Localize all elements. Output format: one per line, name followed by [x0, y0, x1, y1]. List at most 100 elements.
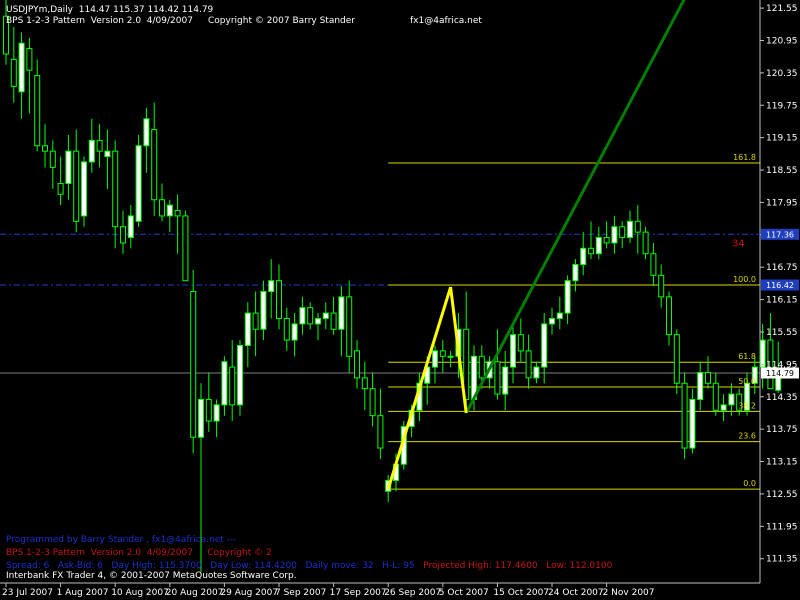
bull-candle-body [221, 361, 228, 406]
y-tick-label: 119.15 [766, 134, 798, 144]
bull-candle-body [18, 42, 25, 93]
bull-candle-body [728, 393, 735, 406]
bull-candle-body [447, 355, 454, 358]
bull-candle-body [291, 323, 298, 341]
bull-candle-body [198, 398, 204, 438]
daily-move-text: Daily move: 32 [305, 561, 374, 571]
indicator-title: BPS 1-2-3 Pattern Version 2.0 4/09/2007 [6, 16, 193, 26]
bear-candle-body [673, 334, 680, 384]
current-price-tag-label: 114.79 [766, 369, 794, 378]
bear-candle-body [276, 280, 282, 319]
bull-candle-body [541, 323, 548, 368]
email-text: fx1@4africa.net [410, 16, 482, 26]
fib-label: 100.0 [733, 275, 756, 284]
projected-high-text: Projected High: 117.4600 [423, 561, 538, 571]
day-low-text: Day Low: 114.4200 [210, 561, 297, 571]
bull-candle-body [315, 317, 321, 325]
bps-version-text: BPS 1-2-3 Pattern Version 2.0 4/09/2007 [6, 548, 193, 558]
bear-candle-body [658, 274, 665, 298]
marker-34: 34 [732, 238, 745, 249]
bull-candle-body [213, 404, 220, 422]
spread-text: Spread: 6 [6, 561, 50, 571]
bull-candle-body [697, 371, 704, 400]
bear-candle-body [205, 398, 212, 422]
copyright-text: Copyright © 2007 Barry Stander [208, 16, 355, 26]
fib-label: 50.0 [738, 377, 756, 386]
y-tick-label: 120.95 [766, 36, 798, 46]
bull-candle-body [135, 145, 142, 222]
bear-candle-body [112, 150, 119, 228]
fib-label: 0.0 [743, 479, 756, 488]
bear-candle-body [705, 371, 711, 384]
x-tick-label: 20 Aug 2007 [166, 588, 224, 598]
fib-label: 38.2 [738, 401, 756, 410]
y-tick-label: 116.15 [766, 296, 798, 306]
bear-candle-body [346, 296, 353, 357]
bps-copyright-text: Copyright © 2 [207, 548, 272, 558]
bear-candle-body [330, 312, 337, 330]
candle [237, 340, 243, 416]
x-tick-label: 15 Oct 2007 [493, 588, 549, 598]
bull-candle-body [81, 161, 87, 217]
bear-candle-body [120, 226, 126, 244]
bear-candle-body [439, 350, 446, 357]
bull-candle-body [244, 312, 251, 346]
bull-candle-body [104, 150, 111, 158]
bull-candle-body [510, 334, 516, 368]
bear-candle-body [369, 388, 376, 417]
chart-title: USDJPYm,Daily 114.47 115.37 114.42 114.7… [6, 5, 214, 15]
bull-candle-body [166, 204, 173, 217]
y-tick-label: 119.75 [766, 101, 798, 111]
x-tick-label: 17 Sep 2007 [330, 588, 387, 598]
bear-candle-body [26, 48, 33, 71]
price-tag-label: 116.42 [766, 281, 794, 290]
bear-candle-body [681, 382, 688, 449]
x-tick-label: 7 Sep 2007 [275, 588, 326, 598]
y-tick-label: 117.95 [766, 198, 798, 208]
bull-candle-body [580, 247, 587, 266]
fib-label: 61.8 [738, 352, 756, 361]
x-tick-label: 24 Oct 2007 [548, 588, 604, 598]
bear-candle-body [642, 231, 649, 255]
bull-candle-body [720, 404, 727, 411]
bull-candle-body [268, 280, 275, 293]
bear-candle-body [619, 226, 626, 239]
bull-candle-body [611, 226, 618, 244]
x-tick-label: 2 Nov 2007 [603, 588, 655, 598]
y-tick-label: 111.95 [766, 522, 798, 532]
day-high-text: Day High: 115.3700 [111, 561, 202, 571]
candle [190, 269, 197, 454]
bull-candle-body [260, 291, 267, 330]
bear-candle-body [525, 350, 532, 379]
price-chart[interactable]: 121.55 120.95 120.35 119.75 119.15 118.55 117.… [0, 0, 800, 600]
bear-candle-body [96, 139, 103, 152]
programmed-by-text: Programmed by Barry Stander , fx1@4afric… [6, 535, 237, 545]
bull-candle-body [143, 118, 150, 147]
y-tick-label: 112.55 [766, 490, 798, 500]
x-tick-label: 26 Sep 2007 [384, 588, 441, 598]
x-tick-label: 10 Aug 2007 [111, 588, 169, 598]
candle [81, 156, 87, 227]
bull-candle-body [237, 344, 243, 406]
bear-candle-body [377, 415, 384, 449]
bull-candle-body [502, 366, 509, 395]
hl-text: H-L: 95 [382, 561, 415, 571]
bear-candle-body [478, 355, 485, 379]
bull-candle-body [549, 317, 555, 325]
bear-candle-body [650, 253, 657, 276]
y-tick-label: 116.75 [766, 263, 798, 273]
bear-candle-body [494, 361, 501, 395]
bull-candle-body [299, 307, 306, 325]
bear-candle-body [229, 366, 236, 406]
x-tick-label: 23 Jul 2007 [2, 588, 53, 598]
bull-candle-body [127, 215, 134, 239]
x-tick-label: 29 Aug 2007 [220, 588, 278, 598]
bear-candle-body [42, 145, 48, 152]
bull-candle-body [759, 339, 766, 368]
bull-candle-body [572, 264, 579, 282]
bull-candle-body [689, 398, 696, 449]
y-tick-label: 115.55 [766, 328, 798, 338]
bull-candle-body [556, 312, 563, 319]
y-tick-label: 111.35 [766, 555, 798, 565]
price-tag-label: 117.36 [766, 230, 794, 239]
